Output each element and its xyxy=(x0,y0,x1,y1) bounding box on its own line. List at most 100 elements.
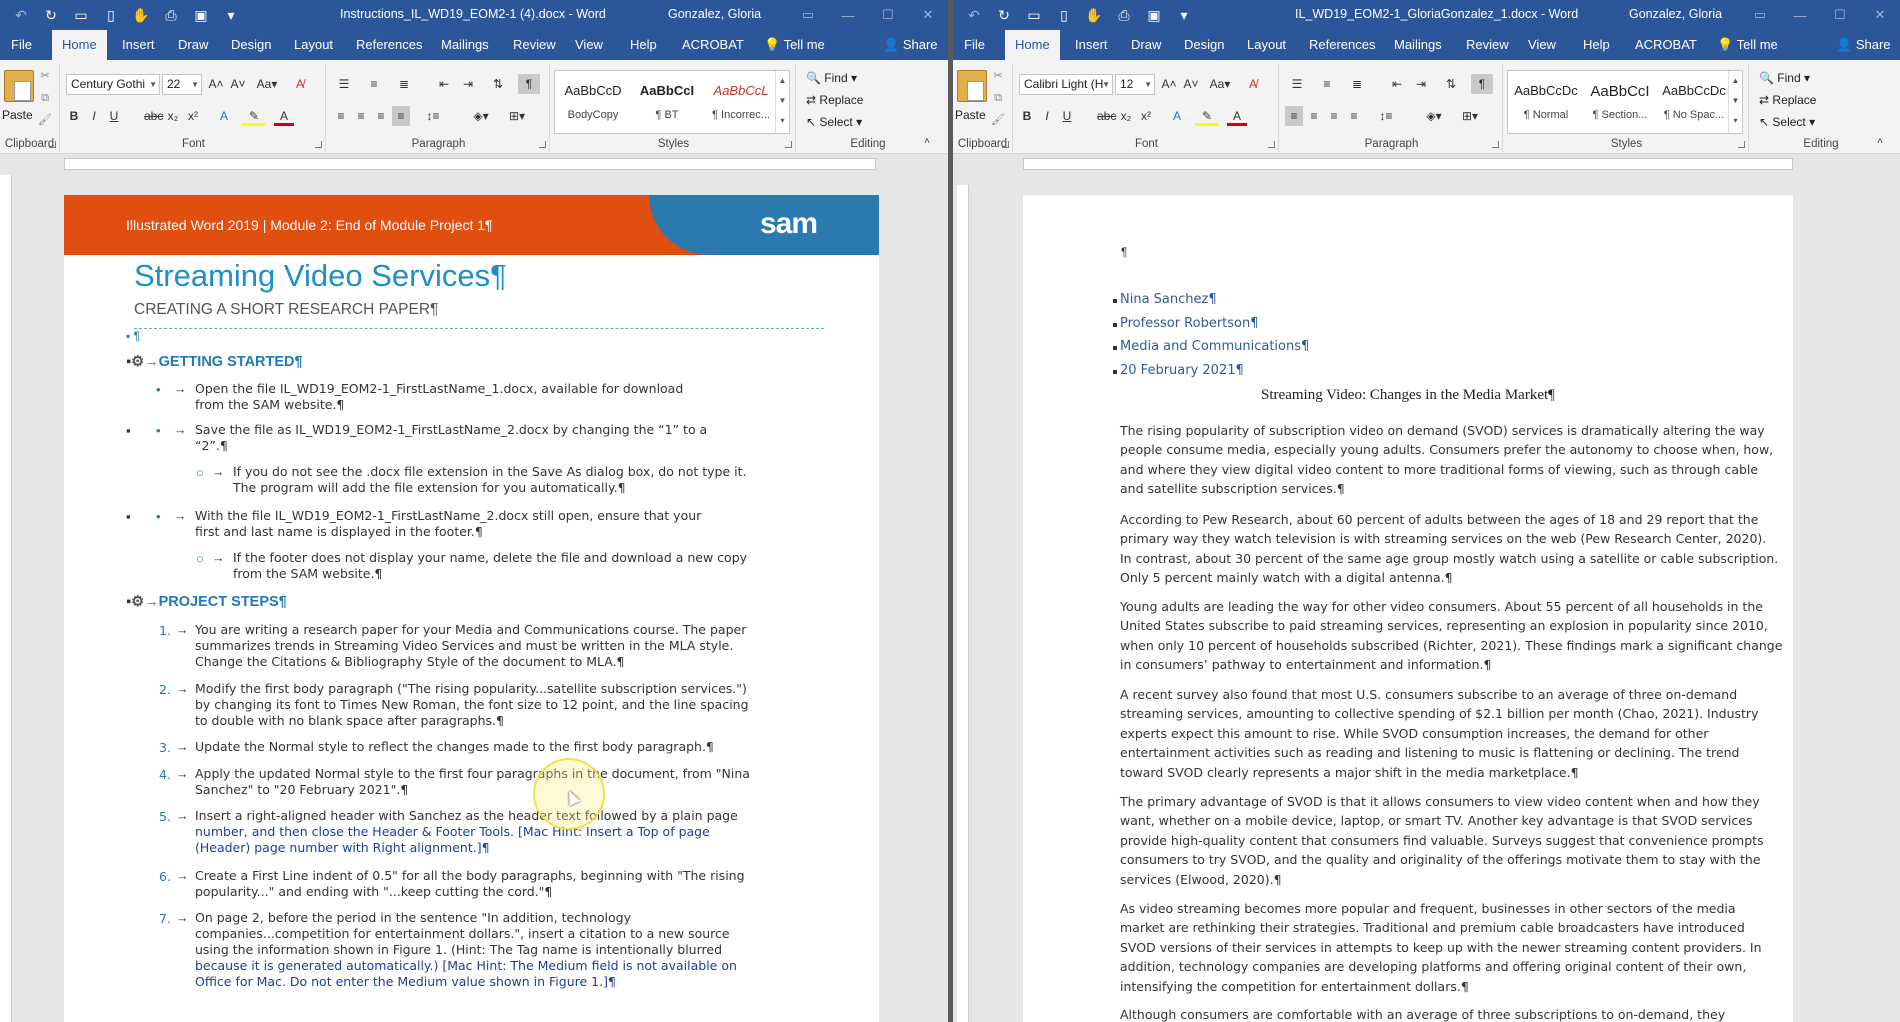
close-icon[interactable]: ✕ xyxy=(1866,4,1894,26)
save-icon[interactable]: ▣ xyxy=(188,4,214,26)
subscript-icon[interactable]: x₂ xyxy=(1117,106,1135,126)
horizontal-ruler[interactable] xyxy=(0,155,948,173)
replace-button[interactable]: ⇄ Replace xyxy=(806,90,863,110)
font-name-box[interactable]: Century Gothi ▼ xyxy=(66,74,160,95)
sort-icon[interactable]: ⇅ xyxy=(1441,74,1461,94)
italic-icon[interactable]: I xyxy=(1039,106,1055,126)
tab-references[interactable]: References xyxy=(348,30,430,60)
launcher-icon[interactable] xyxy=(1738,141,1745,148)
tab-file[interactable]: File xyxy=(3,30,40,60)
share-button[interactable]: 👤 Share xyxy=(1828,30,1899,60)
tab-review[interactable]: Review xyxy=(1458,30,1517,60)
font-color-icon[interactable]: A xyxy=(1227,106,1247,126)
underline-icon[interactable]: U xyxy=(1059,106,1075,126)
minimize-icon[interactable]: — xyxy=(834,4,862,26)
align-right-icon[interactable]: ≡ xyxy=(372,106,390,126)
copy-icon[interactable]: ⧉ xyxy=(38,92,52,104)
customize-qat-icon[interactable]: ▾ xyxy=(218,4,244,26)
font-size-box[interactable]: 12 ▼ xyxy=(1115,74,1155,95)
cut-icon[interactable]: ✂ xyxy=(991,70,1005,82)
launcher-icon[interactable] xyxy=(315,141,322,148)
tab-draw[interactable]: Draw xyxy=(1123,30,1169,60)
tab-layout[interactable]: Layout xyxy=(1239,30,1294,60)
vertical-ruler[interactable] xyxy=(0,175,12,1022)
tab-review[interactable]: Review xyxy=(505,30,564,60)
shading-icon[interactable]: ◈▾ xyxy=(1421,106,1447,126)
print-preview-icon[interactable]: ⎙ xyxy=(1111,4,1137,26)
increase-indent-icon[interactable]: ⇥ xyxy=(458,74,478,94)
shrink-font-icon[interactable]: A˅ xyxy=(228,74,248,94)
multilevel-list-icon[interactable]: ≣ xyxy=(1345,74,1369,94)
shading-icon[interactable]: ◈▾ xyxy=(468,106,494,126)
paste-button[interactable]: Paste xyxy=(955,108,986,122)
line-spacing-icon[interactable]: ↕≡ xyxy=(1373,106,1399,126)
ruler-bar[interactable] xyxy=(64,158,876,170)
numbering-icon[interactable]: ≡ xyxy=(1315,74,1339,94)
justify-icon[interactable]: ≡ xyxy=(392,106,410,126)
bold-icon[interactable]: B xyxy=(66,106,82,126)
bold-icon[interactable]: B xyxy=(1019,106,1035,126)
increase-indent-icon[interactable]: ⇥ xyxy=(1411,74,1431,94)
tab-acrobat[interactable]: ACROBAT xyxy=(1627,30,1705,60)
tab-insert[interactable]: Insert xyxy=(114,30,163,60)
open-icon[interactable]: ▭ xyxy=(68,4,94,26)
style-section[interactable]: AaBbCcI ¶ Section... xyxy=(1584,73,1656,131)
numbering-icon[interactable]: ≡ xyxy=(362,74,386,94)
tab-mailings[interactable]: Mailings xyxy=(433,30,497,60)
grow-font-icon[interactable]: A˄ xyxy=(206,74,226,94)
tell-me-search[interactable]: 💡 Tell me xyxy=(1709,30,1786,60)
subscript-icon[interactable]: x₂ xyxy=(164,106,182,126)
clear-formatting-icon[interactable]: A̸ xyxy=(290,74,310,94)
style-no-spacing[interactable]: AaBbCcDc ¶ No Spac... xyxy=(1658,73,1730,131)
redo-icon[interactable]: ↻ xyxy=(38,4,64,26)
font-color-icon[interactable]: A xyxy=(274,106,294,126)
launcher-icon[interactable] xyxy=(1268,141,1275,148)
style-incorrect[interactable]: AaBbCcL ¶ Incorrec... xyxy=(705,73,777,131)
ruler-bar[interactable] xyxy=(1023,158,1793,170)
touch-mode-icon[interactable]: ✋ xyxy=(1081,4,1107,26)
format-painter-icon[interactable]: 🖌 xyxy=(991,114,1005,126)
change-case-icon[interactable]: Aa▾ xyxy=(254,74,280,94)
find-button[interactable]: 🔍 Find ▾ xyxy=(806,68,857,88)
grow-font-icon[interactable]: A˄ xyxy=(1159,74,1179,94)
minimize-icon[interactable]: — xyxy=(1786,4,1814,26)
decrease-indent-icon[interactable]: ⇤ xyxy=(434,74,454,94)
close-icon[interactable]: ✕ xyxy=(914,4,942,26)
user-name[interactable]: Gonzalez, Gloria xyxy=(1629,7,1722,21)
shrink-font-icon[interactable]: A˅ xyxy=(1181,74,1201,94)
tab-home[interactable]: Home xyxy=(1005,30,1060,60)
collapse-ribbon-icon[interactable]: ˄ xyxy=(1873,132,1887,152)
launcher-icon[interactable] xyxy=(785,141,792,148)
tab-view[interactable]: View xyxy=(1520,30,1564,60)
new-icon[interactable]: ▯ xyxy=(1051,4,1077,26)
text-effects-icon[interactable]: A xyxy=(214,106,234,126)
maximize-icon[interactable]: ☐ xyxy=(874,4,902,26)
font-size-box[interactable]: 22 ▼ xyxy=(162,74,202,95)
text-effects-icon[interactable]: A xyxy=(1167,106,1187,126)
launcher-icon[interactable] xyxy=(539,141,546,148)
customize-qat-icon[interactable]: ▾ xyxy=(1171,4,1197,26)
tab-help[interactable]: Help xyxy=(1575,30,1618,60)
align-left-icon[interactable]: ≡ xyxy=(1285,106,1303,126)
italic-icon[interactable]: I xyxy=(86,106,102,126)
tab-references[interactable]: References xyxy=(1301,30,1383,60)
superscript-icon[interactable]: x² xyxy=(184,106,202,126)
tab-home[interactable]: Home xyxy=(52,30,107,60)
style-bodycopy[interactable]: AaBbCcD BodyCopy xyxy=(557,73,629,131)
redo-icon[interactable]: ↻ xyxy=(991,4,1017,26)
tab-help[interactable]: Help xyxy=(622,30,665,60)
cut-icon[interactable]: ✂ xyxy=(38,70,52,82)
strikethrough-icon[interactable]: abc xyxy=(1097,106,1116,126)
highlight-icon[interactable]: ✎ xyxy=(242,106,266,126)
show-paragraph-marks-icon[interactable]: ¶ xyxy=(1471,74,1493,94)
open-icon[interactable]: ▭ xyxy=(1021,4,1047,26)
format-painter-icon[interactable]: 🖌 xyxy=(38,114,52,126)
maximize-icon[interactable]: ☐ xyxy=(1826,4,1854,26)
undo-icon[interactable]: ↶ xyxy=(961,4,987,26)
launcher-icon[interactable] xyxy=(1492,141,1499,148)
tab-design[interactable]: Design xyxy=(1176,30,1232,60)
tab-file[interactable]: File xyxy=(956,30,993,60)
multilevel-list-icon[interactable]: ≣ xyxy=(392,74,416,94)
save-icon[interactable]: ▣ xyxy=(1141,4,1167,26)
paste-button[interactable]: Paste xyxy=(2,108,33,122)
